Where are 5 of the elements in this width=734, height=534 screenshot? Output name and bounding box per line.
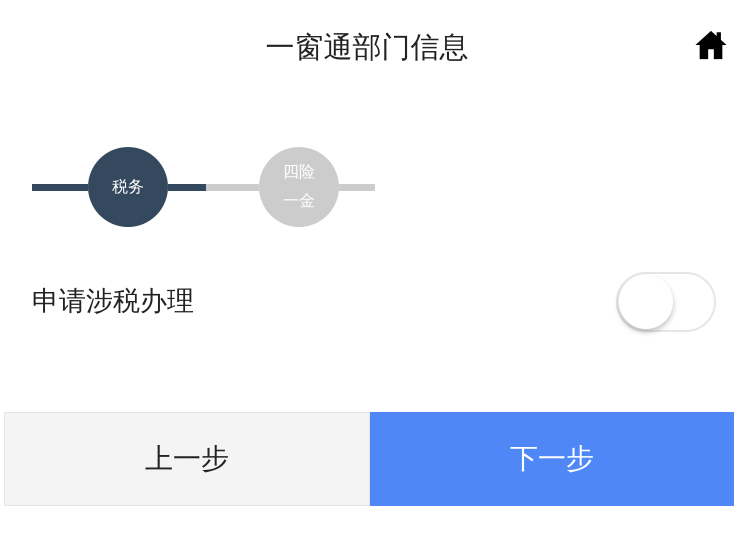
toggle-switch[interactable] [616, 272, 716, 332]
page-title: 一窗通部门信息 [266, 29, 468, 66]
home-icon[interactable] [694, 28, 728, 62]
back-button[interactable]: 上一步 [4, 412, 370, 506]
setting-label: 申请涉税办理 [32, 284, 194, 319]
